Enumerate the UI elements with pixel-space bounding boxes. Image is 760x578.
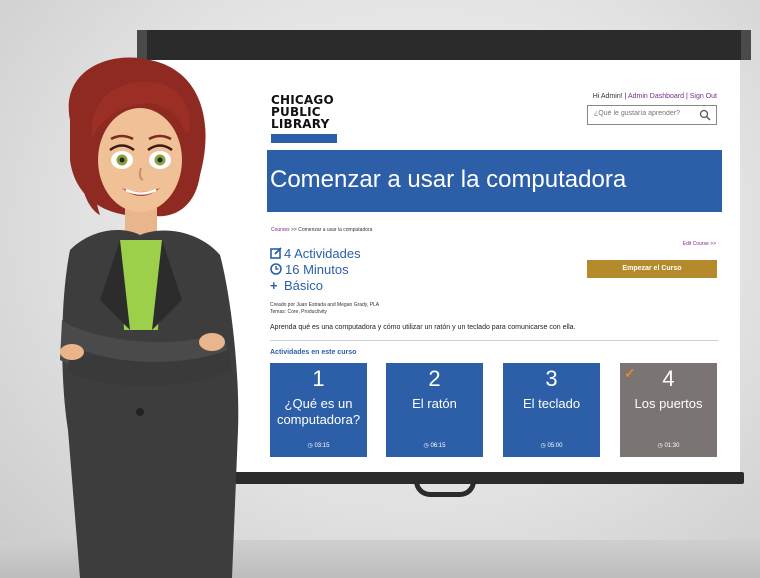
lesson-duration-text: 06:15 bbox=[430, 443, 446, 449]
lesson-number: 3 bbox=[545, 366, 558, 391]
top-nav: Hi Admin! | Admin Dashboard | Sign Out bbox=[593, 93, 717, 100]
screen-pull-handle bbox=[414, 481, 476, 497]
greeting: Hi Admin! | bbox=[592, 93, 627, 100]
lesson-card-2[interactable]: 2 El ratón ◷ 06:15 bbox=[386, 363, 483, 457]
sign-out-link[interactable]: Sign Out bbox=[690, 93, 717, 100]
lesson-duration-text: 05:00 bbox=[547, 443, 563, 449]
lesson-duration-text: 01:30 bbox=[664, 443, 680, 449]
lesson-card-4[interactable]: ✓ 4 Los puertos ◷ 01:30 bbox=[620, 363, 717, 457]
divider bbox=[270, 340, 718, 341]
edit-course-link[interactable]: Edit Course >> bbox=[683, 241, 716, 247]
lesson-card-3[interactable]: 3 El teclado ◷ 05:00 bbox=[503, 363, 600, 457]
breadcrumb-current: >> Comenzar a usar la computadora bbox=[289, 227, 373, 233]
clock-icon: ◷ bbox=[657, 443, 663, 449]
lesson-title-line-1: El ratón bbox=[412, 396, 457, 411]
lesson-title: El ratón bbox=[386, 396, 483, 412]
lesson-number: 2 bbox=[428, 366, 441, 391]
lesson-title: El teclado bbox=[503, 396, 600, 412]
presenter-illustration bbox=[60, 57, 239, 578]
clock-icon: ◷ bbox=[423, 443, 429, 449]
search-box[interactable] bbox=[587, 105, 717, 125]
lesson-duration: ◷ 01:30 bbox=[620, 442, 717, 449]
lesson-title-line-1: El teclado bbox=[522, 396, 581, 411]
clock-icon: ◷ bbox=[307, 443, 313, 449]
screen-cap-right bbox=[741, 30, 751, 60]
course-banner: Comenzar a usar la computadora bbox=[267, 150, 722, 212]
start-course-button[interactable]: Empezar el Curso bbox=[587, 260, 717, 278]
admin-dashboard-link[interactable]: Admin Dashboard bbox=[628, 93, 684, 100]
lesson-title: Los puertos bbox=[620, 396, 717, 412]
lesson-duration: ◷ 05:00 bbox=[503, 442, 600, 449]
course-title: Comenzar a usar la computadora bbox=[270, 166, 627, 193]
search-input[interactable] bbox=[592, 109, 696, 118]
nav-separator: | bbox=[685, 93, 688, 100]
lesson-duration-text: 03:15 bbox=[314, 443, 330, 449]
lesson-number: 4 bbox=[662, 366, 675, 391]
search-icon[interactable] bbox=[699, 109, 711, 121]
scene: CHICAGO PUBLIC LIBRARY Hi Admin! | Admin… bbox=[0, 0, 760, 578]
lesson-duration: ◷ 06:15 bbox=[386, 442, 483, 449]
course-description: Aprenda qué es una computadora y cómo ut… bbox=[270, 324, 576, 331]
lesson-title-line-1: Los puertos bbox=[634, 396, 703, 411]
clock-icon: ◷ bbox=[540, 443, 546, 449]
